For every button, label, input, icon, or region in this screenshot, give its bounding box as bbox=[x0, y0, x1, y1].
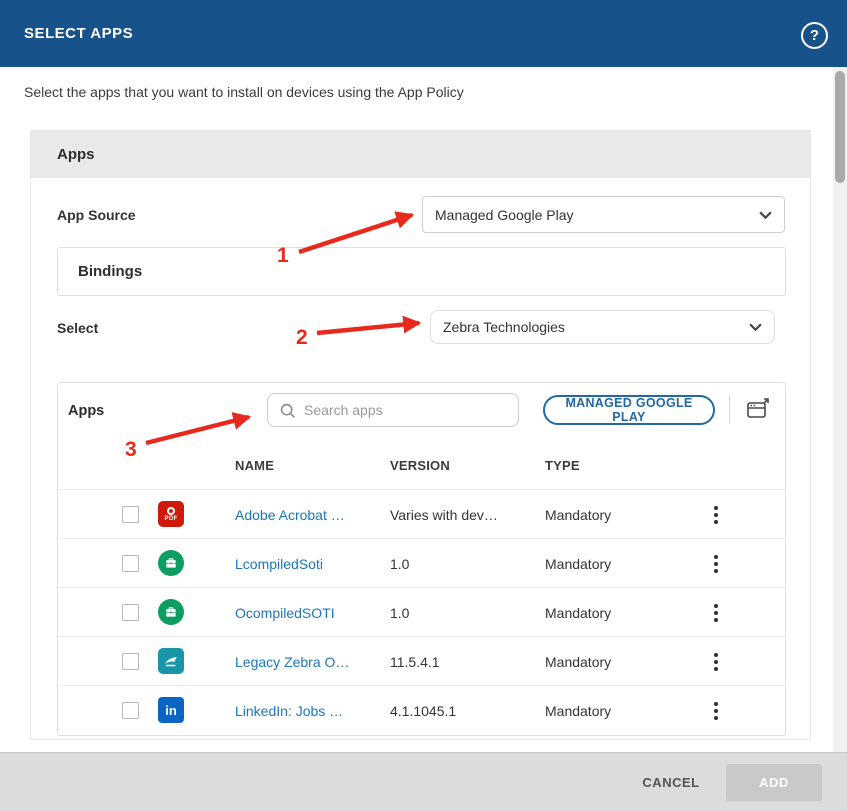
table-header: NAME VERSION TYPE bbox=[58, 447, 787, 484]
app-source-value: Managed Google Play bbox=[435, 207, 759, 223]
chevron-down-icon bbox=[749, 319, 762, 335]
bindings-select-value: Zebra Technologies bbox=[443, 319, 749, 335]
app-version: 11.5.4.1 bbox=[390, 637, 440, 686]
adobe-acrobat-icon: PDF bbox=[158, 501, 184, 527]
table-row: PDF Adobe Acrobat … Varies with dev… Man… bbox=[58, 489, 787, 538]
app-rows: PDF Adobe Acrobat … Varies with dev… Man… bbox=[58, 489, 787, 734]
select-apps-dialog: SELECT APPS ? Select the apps that you w… bbox=[0, 0, 847, 811]
app-version: 1.0 bbox=[390, 588, 409, 637]
app-name-link[interactable]: Adobe Acrobat … bbox=[235, 490, 345, 539]
green-app-icon bbox=[158, 599, 184, 625]
apps-list-title: Apps bbox=[68, 396, 104, 426]
dialog-subtitle: Select the apps that you want to install… bbox=[24, 84, 464, 100]
row-checkbox[interactable] bbox=[122, 702, 139, 719]
row-menu-icon[interactable] bbox=[707, 551, 725, 576]
annotation-step-2: 2 bbox=[296, 326, 308, 350]
app-name-link[interactable]: LcompiledSoti bbox=[235, 539, 323, 588]
green-app-icon bbox=[158, 550, 184, 576]
table-row: in LinkedIn: Jobs … 4.1.1045.1 Mandatory bbox=[58, 685, 787, 734]
store-layout-icon[interactable] bbox=[744, 396, 772, 424]
app-source-dropdown[interactable]: Managed Google Play bbox=[422, 196, 785, 233]
dialog-footer: CANCEL ADD bbox=[0, 752, 847, 811]
managed-google-play-button[interactable]: MANAGED GOOGLE PLAY bbox=[543, 395, 715, 425]
apps-card-title: Apps bbox=[57, 131, 95, 178]
cancel-button[interactable]: CANCEL bbox=[638, 753, 704, 811]
app-type: Mandatory bbox=[545, 490, 611, 539]
table-row: LcompiledSoti 1.0 Mandatory bbox=[58, 538, 787, 587]
toolbar-divider bbox=[729, 395, 730, 424]
bindings-title: Bindings bbox=[78, 248, 142, 295]
linkedin-icon: in bbox=[158, 697, 184, 723]
chevron-down-icon bbox=[759, 207, 772, 223]
dialog-title: SELECT APPS bbox=[24, 0, 133, 67]
annotation-step-1: 1 bbox=[277, 244, 289, 268]
app-version: Varies with dev… bbox=[390, 490, 498, 539]
row-menu-icon[interactable] bbox=[707, 502, 725, 527]
row-checkbox[interactable] bbox=[122, 506, 139, 523]
app-source-label: App Source bbox=[57, 197, 136, 233]
help-icon[interactable]: ? bbox=[801, 22, 828, 49]
apps-card: Apps App Source Managed Google Play Bind… bbox=[30, 130, 811, 740]
row-checkbox[interactable] bbox=[122, 604, 139, 621]
scrollbar-thumb[interactable] bbox=[835, 71, 845, 183]
help-glyph: ? bbox=[810, 27, 819, 44]
column-type: TYPE bbox=[545, 447, 580, 484]
row-menu-icon[interactable] bbox=[707, 649, 725, 674]
row-checkbox[interactable] bbox=[122, 653, 139, 670]
add-button[interactable]: ADD bbox=[726, 764, 822, 801]
dialog-header: SELECT APPS ? bbox=[0, 0, 847, 67]
column-name: NAME bbox=[235, 447, 274, 484]
bindings-select-dropdown[interactable]: Zebra Technologies bbox=[430, 310, 775, 344]
app-type: Mandatory bbox=[545, 637, 611, 686]
row-menu-icon[interactable] bbox=[707, 698, 725, 723]
search-input[interactable] bbox=[302, 394, 512, 426]
column-version: VERSION bbox=[390, 447, 450, 484]
app-name-link[interactable]: LinkedIn: Jobs … bbox=[235, 686, 343, 735]
search-icon bbox=[279, 402, 296, 424]
app-type: Mandatory bbox=[545, 686, 611, 735]
app-version: 1.0 bbox=[390, 539, 409, 588]
table-row: OcompiledSOTI 1.0 Mandatory bbox=[58, 587, 787, 636]
row-checkbox[interactable] bbox=[122, 555, 139, 572]
annotation-step-3: 3 bbox=[125, 438, 137, 462]
app-version: 4.1.1045.1 bbox=[390, 686, 456, 735]
table-row: Legacy Zebra O… 11.5.4.1 Mandatory bbox=[58, 636, 787, 685]
apps-card-header: Apps bbox=[31, 131, 810, 178]
app-type: Mandatory bbox=[545, 539, 611, 588]
bindings-select-label: Select bbox=[57, 311, 98, 344]
row-menu-icon[interactable] bbox=[707, 600, 725, 625]
app-name-link[interactable]: OcompiledSOTI bbox=[235, 588, 335, 637]
app-type: Mandatory bbox=[545, 588, 611, 637]
search-box bbox=[267, 393, 519, 427]
apps-list-box: Apps MANAGED GOOGLE PLAY bbox=[57, 382, 786, 736]
bindings-box: Bindings bbox=[57, 247, 786, 296]
app-name-link[interactable]: Legacy Zebra O… bbox=[235, 637, 349, 686]
zebra-app-icon bbox=[158, 648, 184, 674]
